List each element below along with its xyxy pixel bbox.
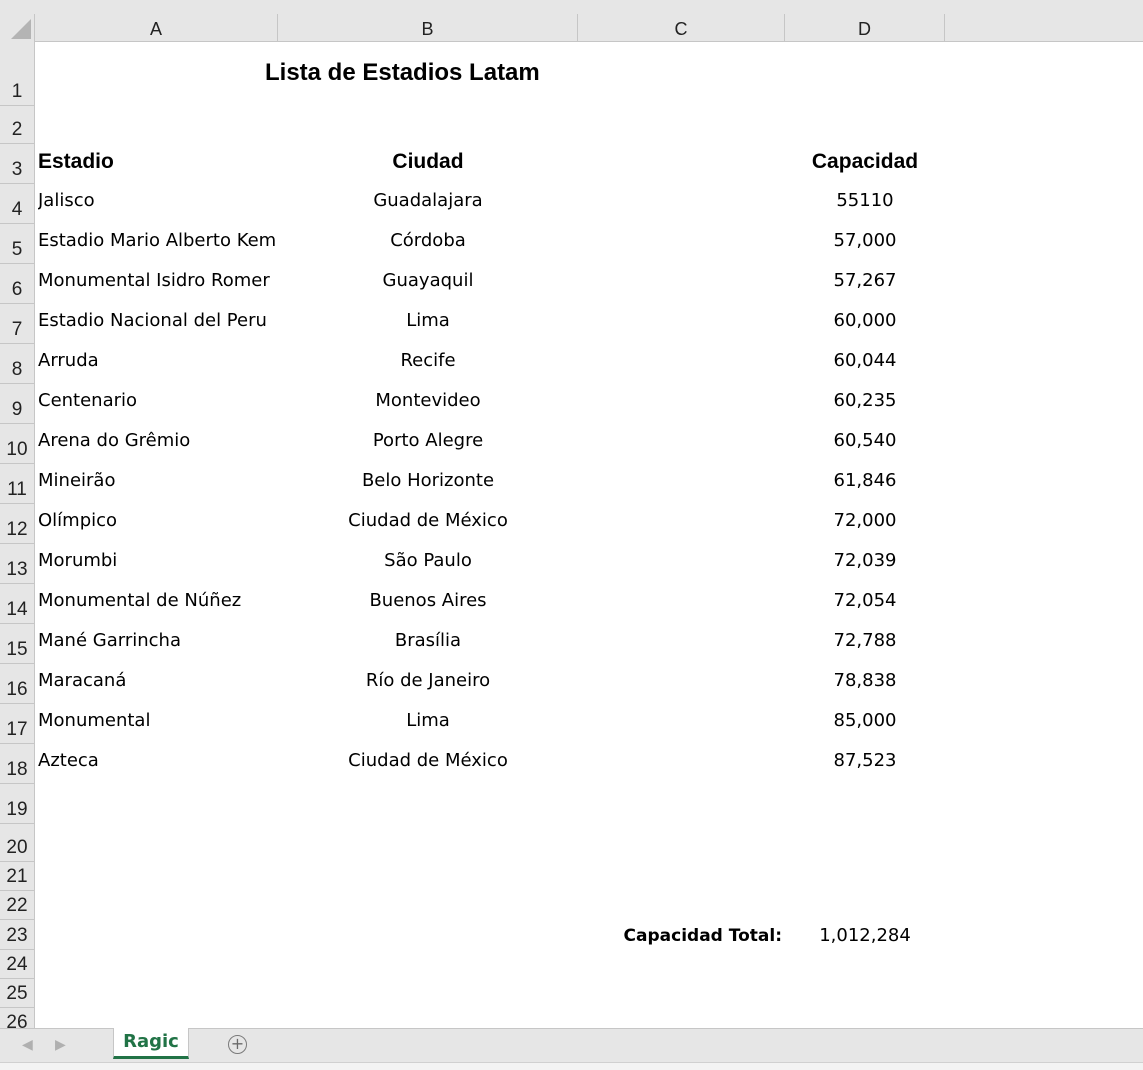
cell-estadio[interactable]: Maracaná: [38, 670, 276, 696]
cell-ciudad[interactable]: Montevideo: [278, 390, 578, 416]
select-all-triangle-icon: [11, 19, 31, 39]
cell-estadio[interactable]: Olímpico: [38, 510, 276, 536]
row-header-21[interactable]: 21: [0, 862, 34, 891]
cell-capacidad[interactable]: 55110: [785, 190, 945, 216]
cell-capacidad[interactable]: 60,044: [785, 350, 945, 376]
cell-estadio[interactable]: Jalisco: [38, 190, 276, 216]
cell-capacidad[interactable]: 72,039: [785, 550, 945, 576]
cell-ciudad[interactable]: Porto Alegre: [278, 430, 578, 456]
cell-capacidad[interactable]: 72,788: [785, 630, 945, 656]
cell-estadio[interactable]: Mineirão: [38, 470, 276, 496]
cell-estadio[interactable]: Estadio Nacional del Peru: [38, 310, 276, 336]
total-value[interactable]: 1,012,284: [785, 925, 945, 951]
row-header-19[interactable]: 19: [0, 784, 34, 824]
row-header-16[interactable]: 16: [0, 664, 34, 704]
cell-capacidad[interactable]: 85,000: [785, 710, 945, 736]
row-header-6[interactable]: 6: [0, 264, 34, 304]
cell-ciudad[interactable]: São Paulo: [278, 550, 578, 576]
row-header-24[interactable]: 24: [0, 950, 34, 979]
cell-ciudad[interactable]: Belo Horizonte: [278, 470, 578, 496]
cell-ciudad[interactable]: Río de Janeiro: [278, 670, 578, 696]
row-header-11[interactable]: 11: [0, 464, 34, 504]
cell-estadio[interactable]: Centenario: [38, 390, 276, 416]
status-bar: [0, 1062, 1143, 1070]
cell-capacidad[interactable]: 57,000: [785, 230, 945, 256]
row-header-10[interactable]: 10: [0, 424, 34, 464]
row-header-22[interactable]: 22: [0, 891, 34, 920]
column-header-a[interactable]: A: [35, 14, 278, 42]
row-header-5[interactable]: 5: [0, 224, 34, 264]
cell-ciudad[interactable]: Guadalajara: [278, 190, 578, 216]
cell-capacidad[interactable]: 61,846: [785, 470, 945, 496]
cell-capacidad[interactable]: 57,267: [785, 270, 945, 296]
cell-estadio[interactable]: Estadio Mario Alberto Kem: [38, 230, 276, 256]
header-estadio[interactable]: Estadio: [38, 150, 276, 178]
sheet-tab-bar: ◀ ▶ Ragic +: [0, 1028, 1143, 1062]
cell-capacidad[interactable]: 72,054: [785, 590, 945, 616]
cell-ciudad[interactable]: Buenos Aires: [278, 590, 578, 616]
cell-capacidad[interactable]: 60,235: [785, 390, 945, 416]
row-header-26[interactable]: 26: [0, 1008, 34, 1028]
row-header-2[interactable]: 2: [0, 106, 34, 144]
select-all-button[interactable]: [0, 14, 35, 42]
column-header-bar: A B C D: [0, 0, 1143, 42]
row-header-17[interactable]: 17: [0, 704, 34, 744]
cell-estadio[interactable]: Azteca: [38, 750, 276, 776]
total-label[interactable]: Capacidad Total:: [580, 926, 782, 952]
cell-ciudad[interactable]: Guayaquil: [278, 270, 578, 296]
cell-ciudad[interactable]: Córdoba: [278, 230, 578, 256]
row-header-12[interactable]: 12: [0, 504, 34, 544]
plus-circle-icon[interactable]: +: [228, 1035, 247, 1054]
cell-estadio[interactable]: Arruda: [38, 350, 276, 376]
row-header-25[interactable]: 25: [0, 979, 34, 1008]
cell-ciudad[interactable]: Ciudad de México: [278, 750, 578, 776]
cell-ciudad[interactable]: Brasília: [278, 630, 578, 656]
cell-estadio[interactable]: Arena do Grêmio: [38, 430, 276, 456]
cell-capacidad[interactable]: 60,000: [785, 310, 945, 336]
row-header-18[interactable]: 18: [0, 744, 34, 784]
cell-estadio[interactable]: Monumental: [38, 710, 276, 736]
header-capacidad[interactable]: Capacidad: [785, 150, 945, 178]
row-header-15[interactable]: 15: [0, 624, 34, 664]
row-header-14[interactable]: 14: [0, 584, 34, 624]
cell-capacidad[interactable]: 60,540: [785, 430, 945, 456]
row-header-20[interactable]: 20: [0, 824, 34, 862]
row-header-1[interactable]: 1: [0, 42, 34, 106]
column-header-d[interactable]: D: [785, 14, 945, 42]
cell-ciudad[interactable]: Lima: [278, 710, 578, 736]
row-header-23[interactable]: 23: [0, 920, 34, 950]
cell-ciudad[interactable]: Recife: [278, 350, 578, 376]
row-header-bar: 1 2 3 4 5 6 7 8 9 10 11 12 13 14 15 16 1…: [0, 42, 35, 1028]
row-header-13[interactable]: 13: [0, 544, 34, 584]
chevron-left-icon[interactable]: ◀: [22, 1037, 33, 1053]
sheet-tab-ragic[interactable]: Ragic: [113, 1028, 189, 1059]
cell-ciudad[interactable]: Ciudad de México: [278, 510, 578, 536]
cell-ciudad[interactable]: Lima: [278, 310, 578, 336]
cell-estadio[interactable]: Monumental Isidro Romer: [38, 270, 276, 296]
header-ciudad[interactable]: Ciudad: [278, 150, 578, 178]
sheet-title[interactable]: Lista de Estadios Latam: [265, 59, 665, 89]
chevron-right-icon[interactable]: ▶: [55, 1037, 66, 1053]
cell-estadio[interactable]: Monumental de Núñez: [38, 590, 276, 616]
cell-estadio[interactable]: Morumbi: [38, 550, 276, 576]
row-header-3[interactable]: 3: [0, 144, 34, 184]
row-header-8[interactable]: 8: [0, 344, 34, 384]
cell-capacidad[interactable]: 78,838: [785, 670, 945, 696]
cell-capacidad[interactable]: 87,523: [785, 750, 945, 776]
row-header-4[interactable]: 4: [0, 184, 34, 224]
row-header-7[interactable]: 7: [0, 304, 34, 344]
column-header-b[interactable]: B: [278, 14, 578, 42]
row-header-9[interactable]: 9: [0, 384, 34, 424]
cell-capacidad[interactable]: 72,000: [785, 510, 945, 536]
spreadsheet-window: A B C D 1 2 3 4 5 6 7 8 9 10 11 12 13 14…: [0, 0, 1143, 1070]
cell-estadio[interactable]: Mané Garrincha: [38, 630, 276, 656]
column-header-c[interactable]: C: [578, 14, 785, 42]
